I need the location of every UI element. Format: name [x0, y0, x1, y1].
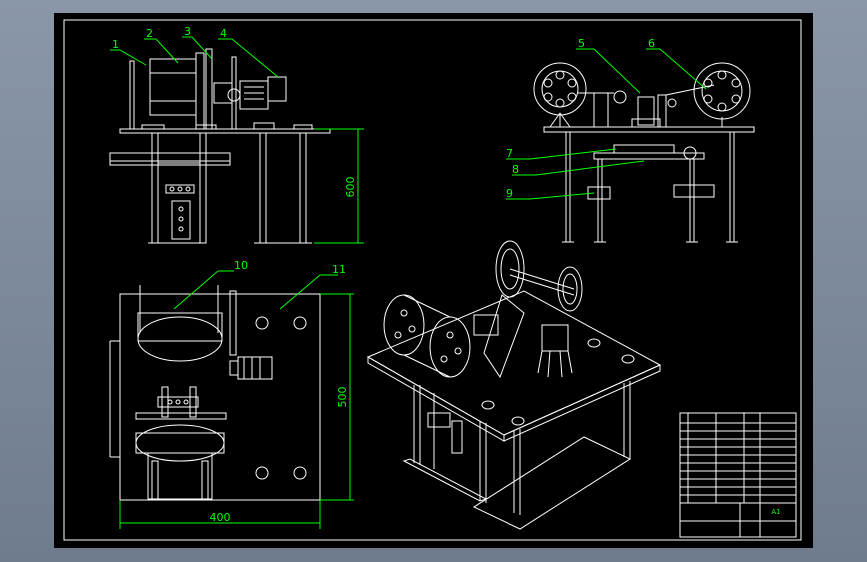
dimension-label-depth: 500 — [336, 387, 349, 408]
title-block — [679, 412, 797, 538]
callout-leaders — [110, 36, 707, 310]
side-view — [533, 62, 755, 243]
dimension-top-lines — [119, 293, 354, 529]
dimension-label-width: 400 — [210, 511, 231, 524]
isometric-view — [366, 240, 662, 530]
drawing-sheet: 600 500 400 A1 1 2 3 4 5 6 7 8 9 10 11 — [54, 13, 813, 548]
callout-10: 10 — [234, 259, 248, 272]
dimension-label-height: 600 — [344, 177, 357, 198]
callout-8: 8 — [512, 163, 519, 176]
callout-2: 2 — [146, 27, 153, 40]
front-view — [109, 48, 331, 244]
callout-6: 6 — [648, 37, 655, 50]
title-block-sheet-size: A1 — [771, 508, 780, 516]
drawing-frame — [63, 19, 802, 541]
callout-11: 11 — [332, 263, 346, 276]
callout-9: 9 — [506, 187, 513, 200]
callout-7: 7 — [506, 147, 513, 160]
cad-drawing: 600 500 400 A1 1 2 3 4 5 6 7 8 9 10 11 — [63, 19, 802, 541]
callout-3: 3 — [184, 25, 191, 38]
callout-1: 1 — [112, 38, 119, 51]
top-view — [109, 285, 321, 501]
callout-5: 5 — [578, 37, 585, 50]
callout-4: 4 — [220, 27, 227, 40]
